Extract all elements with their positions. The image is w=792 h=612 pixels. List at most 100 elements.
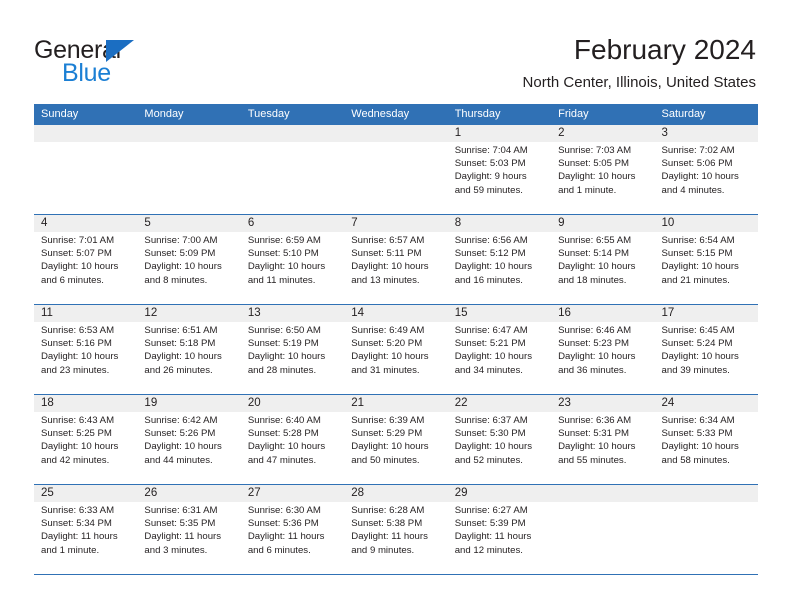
calendar-day-cell[interactable]: 16 Sunrise: 6:46 AM Sunset: 5:23 PM Dayligh… (551, 305, 655, 394)
day-sun-info: Sunrise: 6:51 AM Sunset: 5:18 PM Daylight:… (137, 322, 240, 377)
day-sun-info: Sunrise: 6:43 AM Sunset: 5:25 PM Daylight:… (34, 412, 137, 467)
day-info-line: Sunset: 5:36 PM (247, 518, 319, 530)
calendar-day-cell[interactable]: 17 Sunrise: 6:45 AM Sunset: 5:24 PM Dayligh… (654, 305, 758, 394)
day-info-line: and 21 minutes. (661, 274, 730, 286)
day-info-line: and 59 minutes. (454, 184, 523, 196)
calendar-day-cell[interactable]: 20 Sunrise: 6:40 AM Sunset: 5:28 PM Dayligh… (240, 395, 345, 484)
day-info-line: Sunset: 5:03 PM (454, 158, 526, 170)
day-info-line: Sunset: 5:31 PM (558, 428, 630, 440)
day-sun-info: Sunrise: 6:36 AM Sunset: 5:31 PM Daylight:… (551, 412, 654, 467)
calendar-day-cell[interactable]: 9 Sunrise: 6:55 AM Sunset: 5:14 PM Daylight… (551, 215, 655, 304)
day-info-line: and 12 minutes. (454, 544, 523, 556)
day-number (34, 125, 138, 142)
calendar-day-cell[interactable]: 24 Sunrise: 6:34 AM Sunset: 5:33 PM Dayligh… (654, 395, 758, 484)
calendar-day-cell[interactable]: 18 Sunrise: 6:43 AM Sunset: 5:25 PM Dayligh… (34, 395, 138, 484)
day-info-line: and 6 minutes. (41, 274, 104, 286)
day-number: 6 (240, 215, 345, 232)
day-info-line: Daylight: 10 hours (661, 261, 739, 273)
calendar-day-cell[interactable]: 23 Sunrise: 6:36 AM Sunset: 5:31 PM Dayligh… (551, 395, 655, 484)
weekday-header-friday: Friday (558, 108, 589, 120)
calendar-day-cell[interactable]: 21 Sunrise: 6:39 AM Sunset: 5:29 PM Dayligh… (344, 395, 448, 484)
calendar-day-cell[interactable]: 25 Sunrise: 6:33 AM Sunset: 5:34 PM Dayligh… (34, 485, 138, 574)
calendar-day-cell[interactable]: 11 Sunrise: 6:53 AM Sunset: 5:16 PM Dayligh… (34, 305, 138, 394)
day-info-line: Sunrise: 6:34 AM (661, 415, 735, 426)
calendar-day-cell[interactable]: 5 Sunrise: 7:00 AM Sunset: 5:09 PM Daylight… (137, 215, 241, 304)
day-sun-info: Sunrise: 6:56 AM Sunset: 5:12 PM Daylight:… (448, 232, 551, 287)
day-info-line: and 58 minutes. (661, 454, 730, 466)
day-number (551, 485, 655, 502)
calendar-day-cell[interactable]: 28 Sunrise: 6:28 AM Sunset: 5:38 PM Dayligh… (344, 485, 448, 574)
calendar-day-cell[interactable]: 12 Sunrise: 6:51 AM Sunset: 5:18 PM Dayligh… (137, 305, 241, 394)
calendar-table: Sunday Monday Tuesday Wednesday Thursday… (34, 104, 758, 575)
day-info-line: Daylight: 10 hours (454, 441, 533, 453)
day-info-line: Sunset: 5:26 PM (144, 428, 216, 440)
calendar-day-cell[interactable]: 26 Sunrise: 6:31 AM Sunset: 5:35 PM Dayligh… (137, 485, 241, 574)
day-info-line: Sunrise: 6:46 AM (558, 325, 632, 336)
day-sun-info: Sunrise: 7:04 AM Sunset: 5:03 PM Daylight:… (448, 142, 551, 197)
calendar-day-cell[interactable]: 19 Sunrise: 6:42 AM Sunset: 5:26 PM Dayligh… (137, 395, 241, 484)
day-number: 16 (551, 305, 655, 322)
calendar-day-cell[interactable]: 13 Sunrise: 6:50 AM Sunset: 5:19 PM Dayligh… (240, 305, 345, 394)
calendar-day-cell[interactable]: 8 Sunrise: 6:56 AM Sunset: 5:12 PM Daylight… (447, 215, 552, 304)
day-info-line: Daylight: 9 hours (454, 171, 527, 183)
calendar-day-cell-empty (137, 125, 241, 214)
day-info-line: and 4 minutes. (661, 184, 725, 196)
day-info-line: Daylight: 10 hours (351, 261, 429, 273)
day-info-line: Sunset: 5:07 PM (41, 248, 112, 260)
general-blue-logo[interactable]: General Blue (34, 36, 264, 92)
day-info-line: Daylight: 10 hours (454, 351, 533, 363)
day-info-line: Sunset: 5:38 PM (351, 518, 423, 530)
calendar-day-cell[interactable]: 10 Sunrise: 6:54 AM Sunset: 5:15 PM Dayligh… (654, 215, 758, 304)
day-sun-info: Sunrise: 6:33 AM Sunset: 5:34 PM Daylight:… (34, 502, 137, 557)
calendar-day-cell[interactable]: 2 Sunrise: 7:03 AM Sunset: 5:05 PM Daylight… (551, 125, 655, 214)
day-info-line: Sunrise: 6:42 AM (144, 415, 218, 426)
calendar-day-cell[interactable]: 1 Sunrise: 7:04 AM Sunset: 5:03 PM Daylight… (447, 125, 552, 214)
calendar-day-cell[interactable]: 27 Sunrise: 6:30 AM Sunset: 5:36 PM Dayligh… (240, 485, 345, 574)
day-info-line: Sunrise: 7:04 AM (454, 145, 528, 156)
day-sun-info: Sunrise: 6:37 AM Sunset: 5:30 PM Daylight:… (448, 412, 551, 467)
day-info-line: Sunset: 5:39 PM (454, 518, 526, 530)
day-info-line: and 6 minutes. (247, 544, 311, 556)
calendar-day-cell[interactable]: 3 Sunrise: 7:02 AM Sunset: 5:06 PM Daylight… (654, 125, 758, 214)
calendar-day-cell[interactable]: 7 Sunrise: 6:57 AM Sunset: 5:11 PM Daylight… (344, 215, 448, 304)
day-info-line: Sunset: 5:34 PM (41, 518, 112, 530)
day-number (344, 125, 448, 142)
day-info-line: Daylight: 11 hours (144, 531, 222, 543)
day-info-line: Sunset: 5:19 PM (247, 338, 319, 350)
day-info-line: Sunset: 5:25 PM (41, 428, 112, 440)
calendar-day-cell[interactable]: 15 Sunrise: 6:47 AM Sunset: 5:21 PM Dayligh… (447, 305, 552, 394)
day-info-line: and 44 minutes. (144, 454, 213, 466)
day-info-line: Sunset: 5:12 PM (454, 248, 526, 260)
calendar-day-cell[interactable]: 6 Sunrise: 6:59 AM Sunset: 5:10 PM Daylight… (240, 215, 345, 304)
day-info-line: and 11 minutes. (247, 274, 316, 286)
day-info-line: Sunset: 5:16 PM (41, 338, 112, 350)
day-info-line: Daylight: 10 hours (454, 261, 533, 273)
day-number: 9 (551, 215, 655, 232)
day-info-line: Sunrise: 7:01 AM (41, 235, 115, 246)
day-number: 13 (240, 305, 345, 322)
calendar-day-cell[interactable]: 29 Sunrise: 6:27 AM Sunset: 5:39 PM Dayligh… (447, 485, 552, 574)
day-info-line: Sunrise: 6:56 AM (454, 235, 528, 246)
calendar-week-row: 18 Sunrise: 6:43 AM Sunset: 5:25 PM Dayligh… (34, 395, 758, 485)
day-info-line: Daylight: 10 hours (661, 441, 739, 453)
day-number: 12 (137, 305, 241, 322)
calendar-day-cell[interactable]: 14 Sunrise: 6:49 AM Sunset: 5:20 PM Dayligh… (344, 305, 448, 394)
day-sun-info: Sunrise: 6:46 AM Sunset: 5:23 PM Daylight:… (551, 322, 654, 377)
weekday-header-thursday: Thursday (454, 108, 501, 120)
day-info-line: Sunset: 5:14 PM (558, 248, 630, 260)
day-number: 3 (654, 125, 758, 142)
calendar-day-cell[interactable]: 22 Sunrise: 6:37 AM Sunset: 5:30 PM Dayligh… (447, 395, 552, 484)
day-sun-info (551, 502, 654, 504)
day-number: 23 (551, 395, 655, 412)
day-info-line: Daylight: 10 hours (558, 351, 636, 363)
day-info-line: and 28 minutes. (247, 364, 317, 376)
calendar-day-cell[interactable]: 4 Sunrise: 7:01 AM Sunset: 5:07 PM Daylight… (34, 215, 138, 304)
day-sun-info: Sunrise: 7:03 AM Sunset: 5:05 PM Daylight:… (551, 142, 654, 197)
day-sun-info (34, 142, 137, 144)
day-info-line: Daylight: 10 hours (247, 441, 326, 453)
page-header: General Blue February 2024 North Center,… (0, 0, 792, 100)
day-sun-info: Sunrise: 6:57 AM Sunset: 5:11 PM Daylight:… (344, 232, 447, 287)
day-info-line: and 16 minutes. (454, 274, 523, 286)
day-info-line: and 1 minute. (558, 184, 617, 196)
day-number: 29 (447, 485, 552, 502)
